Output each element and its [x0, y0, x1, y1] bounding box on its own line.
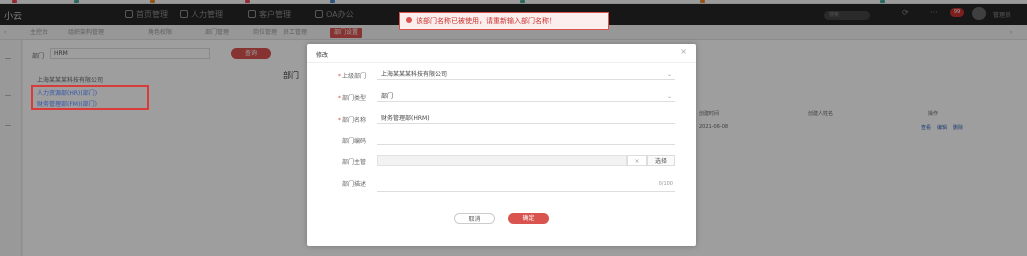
char-counter: 0/100: [658, 181, 673, 187]
field-label: *上级部门: [337, 73, 366, 80]
field-label: 部门主管: [341, 159, 366, 166]
field-dept-code: 部门编码: [307, 134, 696, 146]
field-label: 部门编码: [341, 138, 366, 145]
dept-code-input[interactable]: [377, 134, 675, 145]
toast-message: 该部门名称已被使用，请重新输入部门名称！: [416, 17, 556, 25]
select-leader-button[interactable]: 选择: [647, 155, 675, 166]
field-superior-dept: *上级部门 上海某某某科技有限公司 ⌄: [307, 69, 696, 81]
chevron-down-icon: ⌄: [666, 71, 672, 78]
edit-dialog: 修改 × *上级部门 上海某某某科技有限公司 ⌄ *部门类型 部门 ⌄ *部门名称 …: [307, 44, 696, 246]
dept-type-select[interactable]: 部门 ⌄: [377, 91, 675, 102]
dept-desc-textarea[interactable]: 0/100: [377, 177, 675, 192]
close-icon[interactable]: ×: [680, 47, 687, 56]
confirm-button[interactable]: 确定: [508, 213, 549, 224]
field-label: *部门类型: [337, 95, 366, 102]
cancel-button[interactable]: 取消: [454, 213, 495, 224]
field-dept-type: *部门类型 部门 ⌄: [307, 91, 696, 103]
field-dept-desc: 部门描述 0/100: [307, 177, 696, 193]
highlight-box: [31, 85, 149, 110]
superior-dept-select[interactable]: 上海某某某科技有限公司 ⌄: [377, 69, 675, 80]
error-icon: [406, 17, 412, 23]
dept-leader-input[interactable]: [377, 155, 627, 166]
field-dept-name: *部门名称 财务管理部(HRM): [307, 113, 696, 125]
dept-name-input[interactable]: 财务管理部(HRM): [377, 113, 675, 124]
chevron-down-icon: ⌄: [666, 93, 672, 100]
divider: [307, 62, 696, 63]
error-toast: 该部门名称已被使用，请重新输入部门名称！: [399, 12, 609, 30]
clear-icon[interactable]: ×: [627, 155, 647, 166]
field-dept-leader: 部门主管 × 选择: [307, 155, 696, 167]
field-label: 部门描述: [341, 181, 366, 188]
dialog-title: 修改: [316, 52, 329, 59]
field-label: *部门名称: [337, 117, 366, 124]
